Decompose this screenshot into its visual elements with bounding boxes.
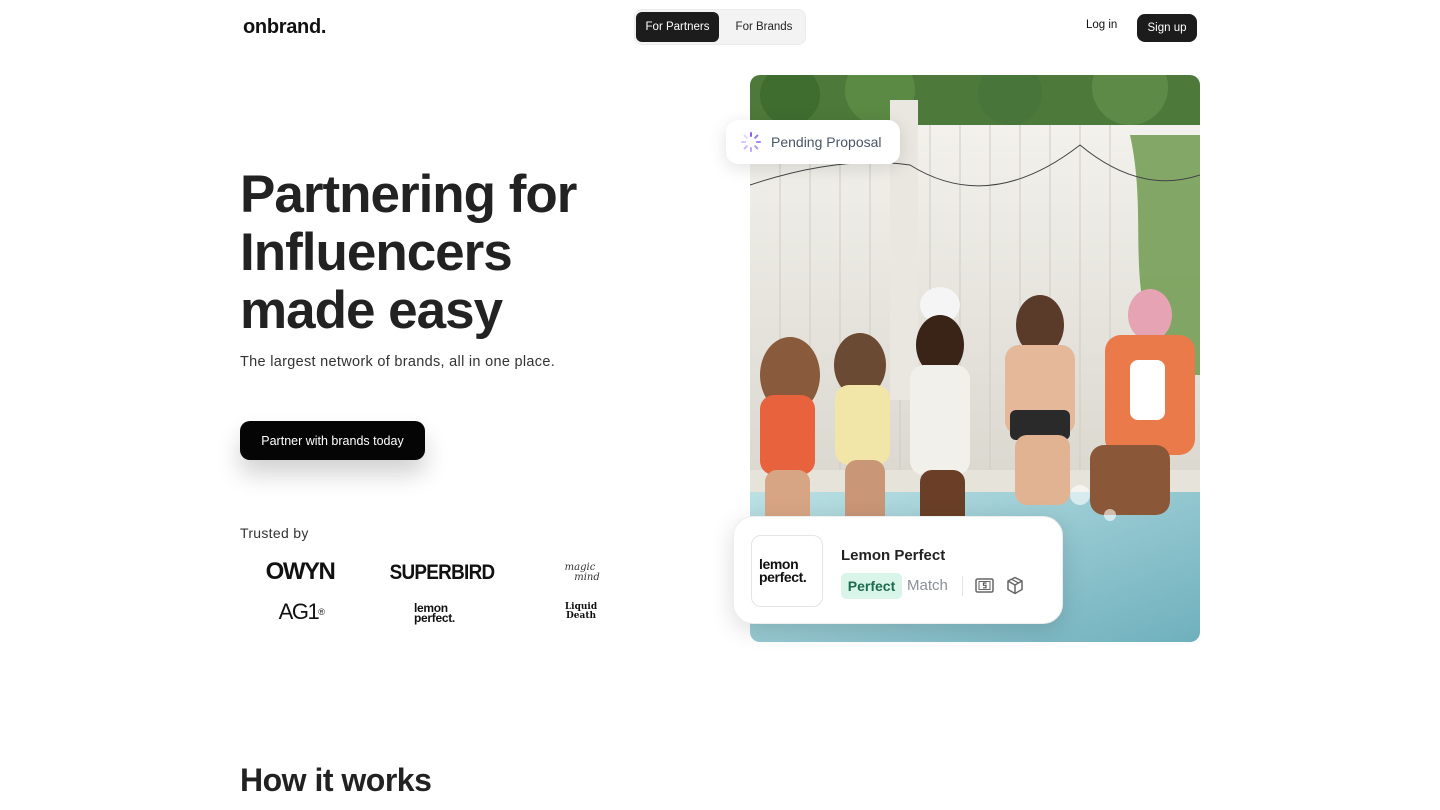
brand-logo-tile: lemon perfect. [751,535,823,607]
magic-mind-logo: magic mind [555,560,605,586]
login-link[interactable]: Log in [1086,19,1117,31]
toggle-for-brands[interactable]: For Brands [725,12,803,42]
match-label: Match [907,577,948,594]
ag1-logo-text: AG1 [278,599,320,624]
hero-title-line-2: Influencers [240,223,513,282]
partner-cta-button[interactable]: Partner with brands today [240,421,425,460]
divider [962,576,963,596]
audience-toggle: For Partners For Brands [634,9,806,45]
pending-proposal-label: Pending Proposal [771,134,882,150]
superbird-logo: SUPERBIRD [389,561,496,584]
hero-title-line-1: Partnering for [240,165,577,224]
brand-match-card[interactable]: lemon perfect. Lemon Perfect Perfect Mat… [733,516,1063,624]
how-it-works-heading: How it works [240,762,432,798]
liquid-death-logo: Liquid Death [563,598,599,626]
ag1-logo: AG1 ® [272,598,330,626]
lemon-perfect-logo: lemon perfect. [410,599,472,627]
trusted-by-label: Trusted by [240,525,309,541]
loading-spinner-icon [741,132,761,152]
owyn-logo: OWYN [265,558,336,585]
lemon-perfect-logo-line-2: perfect. [414,611,455,625]
ag1-registered-mark: ® [318,607,325,617]
hero-title: Partnering for Influencers made easy [240,166,660,340]
toggle-for-partners[interactable]: For Partners [636,12,719,42]
pending-proposal-chip: Pending Proposal [726,120,900,164]
match-badge: Perfect [841,573,902,599]
magic-mind-logo-line-2: mind [574,572,600,583]
site-logo[interactable]: onbrand. [243,16,326,39]
signup-button[interactable]: Sign up [1137,14,1197,42]
hero-title-line-3: made easy [240,281,503,340]
hero-subtitle: The largest network of brands, all in on… [240,354,556,370]
cash-icon [975,578,994,593]
brand-name: Lemon Perfect [841,547,946,564]
liquid-death-logo-line-2: Death [565,611,597,621]
brand-logo-line-2: perfect. [759,569,807,585]
package-icon [1007,576,1023,595]
